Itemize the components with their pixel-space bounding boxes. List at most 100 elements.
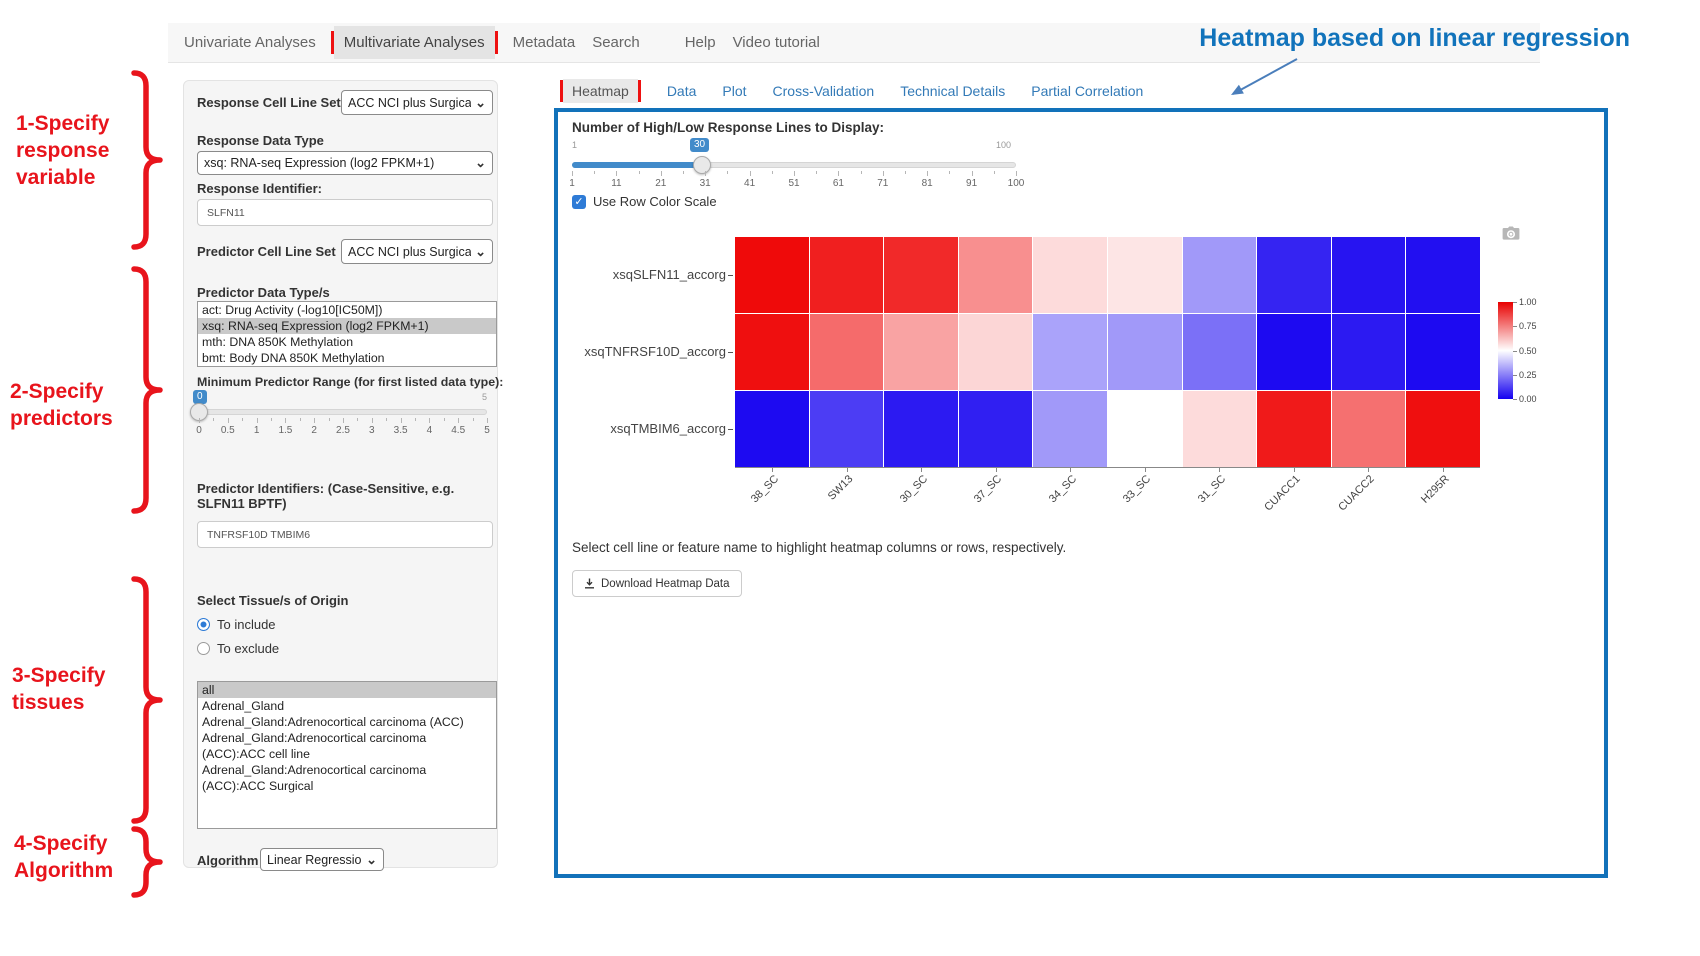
algorithm-select[interactable]: Linear Regression ⌄ [260,848,384,871]
bracket-step4 [130,826,166,898]
nav-item-search[interactable]: Search [590,25,642,60]
nav-item-metadata[interactable]: Metadata [511,25,578,60]
checkbox-checked-icon[interactable]: ✓ [572,195,586,209]
heatmap-cell-xsqtmbim6-accorg-cuacc1[interactable] [1257,391,1331,467]
algorithm-value: Linear Regression [267,853,362,867]
tissue-radio-label: To exclude [217,641,279,656]
heatmap-cell-xsqtmbim6-accorg-34-sc[interactable] [1033,391,1107,467]
heatmap-cell-xsqtnfrsf10d-accorg-31-sc[interactable] [1183,314,1257,390]
heatmap-cell-xsqtnfrsf10d-accorg-38-sc[interactable] [735,314,809,390]
tab-heatmap[interactable]: Heatmap [563,79,638,103]
slider-minor-tick [683,171,684,174]
tab-plot[interactable]: Plot [722,83,746,99]
nav-item-multivariate-analyses[interactable]: Multivariate Analyses [334,26,495,59]
colorbar-tick [1513,326,1517,327]
slider-tick-label: 51 [788,178,799,189]
tissue-option-adrenal-gland-adrenocortical-carcinoma-a[interactable]: Adrenal_Gland:Adrenocortical carcinoma (… [198,714,496,730]
colorbar-tick-label: 0.00 [1519,394,1537,404]
heatmap-cell-xsqtnfrsf10d-accorg-37-sc[interactable] [959,314,1033,390]
slider-tick-label: 41 [744,178,755,189]
heatmap-row-label-xsqslfn11-accorg[interactable]: xsqSLFN11_accorg [566,267,726,282]
heatmap-cell-xsqtmbim6-accorg-cuacc2[interactable] [1332,391,1406,467]
response-cell-line-set-select[interactable]: ACC NCI plus Surgical ⌄ [341,90,493,115]
radio-icon[interactable] [197,642,210,655]
tissue-option-all[interactable]: all [198,682,496,698]
heatmap-cell-xsqslfn11-accorg-cuacc1[interactable] [1257,237,1331,313]
heatmap-cell-xsqslfn11-accorg-30-sc[interactable] [884,237,958,313]
heatmap-cell-xsqtnfrsf10d-accorg-h295r[interactable] [1406,314,1480,390]
use-row-color-scale-label: Use Row Color Scale [593,194,717,209]
slider-tick [228,418,229,423]
heatmap-row-label-xsqtnfrsf10d-accorg[interactable]: xsqTNFRSF10D_accorg [566,344,726,359]
heatmap-cell-xsqtmbim6-accorg-37-sc[interactable] [959,391,1033,467]
heatmap-cell-xsqtmbim6-accorg-33-sc[interactable] [1108,391,1182,467]
download-heatmap-data-button[interactable]: Download Heatmap Data [572,570,742,597]
heatmap-cell-xsqtmbim6-accorg-30-sc[interactable] [884,391,958,467]
min-predictor-range-label: Minimum Predictor Range (for first liste… [197,375,503,389]
predictor-type-option-xsq-rna-seq-expression-log2-fpkm-1[interactable]: xsq: RNA-seq Expression (log2 FPKM+1) [198,318,496,334]
algorithm-label: Algorithm [197,853,258,868]
heatmap-cell-xsqtmbim6-accorg-sw13[interactable] [810,391,884,467]
heatmap-cell-xsqtmbim6-accorg-31-sc[interactable] [1183,391,1257,467]
slider-tick [1016,171,1017,176]
tissue-radio-to-exclude[interactable]: To exclude [197,641,279,656]
response-data-type-select[interactable]: xsq: RNA-seq Expression (log2 FPKM+1) ⌄ [197,151,493,175]
slider-max-label: 100 [996,140,1011,150]
tab-data[interactable]: Data [667,83,697,99]
nav-item-help[interactable]: Help [683,25,718,60]
predictor-identifiers-input[interactable]: TNFRSF10D TMBIM6 [197,521,493,548]
response-identifier-label: Response Identifier: [197,181,322,196]
tissue-option-adrenal-gland[interactable]: Adrenal_Gland [198,698,496,714]
tissue-option-adrenal-gland-adrenocortical-carcinoma-a[interactable]: Adrenal_Gland:Adrenocortical carcinoma (… [198,762,496,794]
predictor-type-option-mth-dna-850k-methylation[interactable]: mth: DNA 850K Methylation [198,334,496,350]
predictor-cell-line-set-select[interactable]: ACC NCI plus Surgical ⌄ [341,239,493,264]
use-row-color-scale-row[interactable]: ✓ Use Row Color Scale [572,194,717,209]
slider-tick-label: 0 [196,425,202,436]
slider-minor-tick [329,418,330,421]
heatmap-cell-xsqtnfrsf10d-accorg-cuacc2[interactable] [1332,314,1406,390]
heatmap-cell-xsqtnfrsf10d-accorg-33-sc[interactable] [1108,314,1182,390]
heatmap-cell-xsqtnfrsf10d-accorg-sw13[interactable] [810,314,884,390]
col-tick [921,468,922,472]
slider-tick [838,171,839,176]
heatmap-cell-xsqslfn11-accorg-cuacc2[interactable] [1332,237,1406,313]
chevron-down-icon: ⌄ [475,98,486,108]
heatmap-cell-xsqslfn11-accorg-37-sc[interactable] [959,237,1033,313]
slider-tick [487,418,488,423]
slider-tick [661,171,662,176]
heatmap-row-label-xsqtmbim6-accorg[interactable]: xsqTMBIM6_accorg [566,421,726,436]
tissue-option-adrenal-gland-adrenocortical-carcinoma-a[interactable]: Adrenal_Gland:Adrenocortical carcinoma (… [198,730,496,762]
heatmap-cell-xsqtnfrsf10d-accorg-cuacc1[interactable] [1257,314,1331,390]
camera-icon[interactable] [1502,226,1520,241]
heatmap-cell-xsqslfn11-accorg-38-sc[interactable] [735,237,809,313]
predictor-type-option-act-drug-activity-log10-ic50m[interactable]: act: Drug Activity (-log10[IC50M]) [198,302,496,318]
heatmap-cell-xsqslfn11-accorg-h295r[interactable] [1406,237,1480,313]
tissue-radio-to-include[interactable]: To include [197,617,276,632]
response-identifier-input[interactable]: SLFN11 [197,199,493,226]
tab-cross-validation[interactable]: Cross-Validation [773,83,875,99]
slider-tick-label: 3.5 [394,425,408,436]
nav-item-video-tutorial[interactable]: Video tutorial [731,25,822,60]
slider-minor-tick [905,171,906,174]
heatmap-cell-xsqslfn11-accorg-33-sc[interactable] [1108,237,1182,313]
heatmap-cell-xsqtnfrsf10d-accorg-30-sc[interactable] [884,314,958,390]
nav-item-univariate-analyses[interactable]: Univariate Analyses [182,25,318,60]
slider-value-badge: 30 [690,138,709,152]
tab-partial-correlation[interactable]: Partial Correlation [1031,83,1143,99]
heatmap-cell-xsqslfn11-accorg-31-sc[interactable] [1183,237,1257,313]
radio-icon[interactable] [197,618,210,631]
heatmap-col-label-h295r[interactable]: H295R [1419,473,1452,506]
heatmap-cell-xsqslfn11-accorg-sw13[interactable] [810,237,884,313]
slider-min-label: 1 [572,140,577,150]
tab-technical-details[interactable]: Technical Details [900,83,1005,99]
min-predictor-range-value-badge: 0 [193,390,207,404]
tissue-origin-label: Select Tissue/s of Origin [197,593,348,608]
heatmap-cell-xsqtnfrsf10d-accorg-34-sc[interactable] [1033,314,1107,390]
heatmap-cell-xsqtmbim6-accorg-h295r[interactable] [1406,391,1480,467]
heatmap-cell-xsqtmbim6-accorg-38-sc[interactable] [735,391,809,467]
slider-minor-tick [473,418,474,421]
heatmap-cell-xsqslfn11-accorg-34-sc[interactable] [1033,237,1107,313]
slider-minor-tick [594,171,595,174]
predictor-type-option-bmt-body-dna-850k-methylation[interactable]: bmt: Body DNA 850K Methylation [198,350,496,366]
min-predictor-range-slider[interactable] [199,409,487,415]
